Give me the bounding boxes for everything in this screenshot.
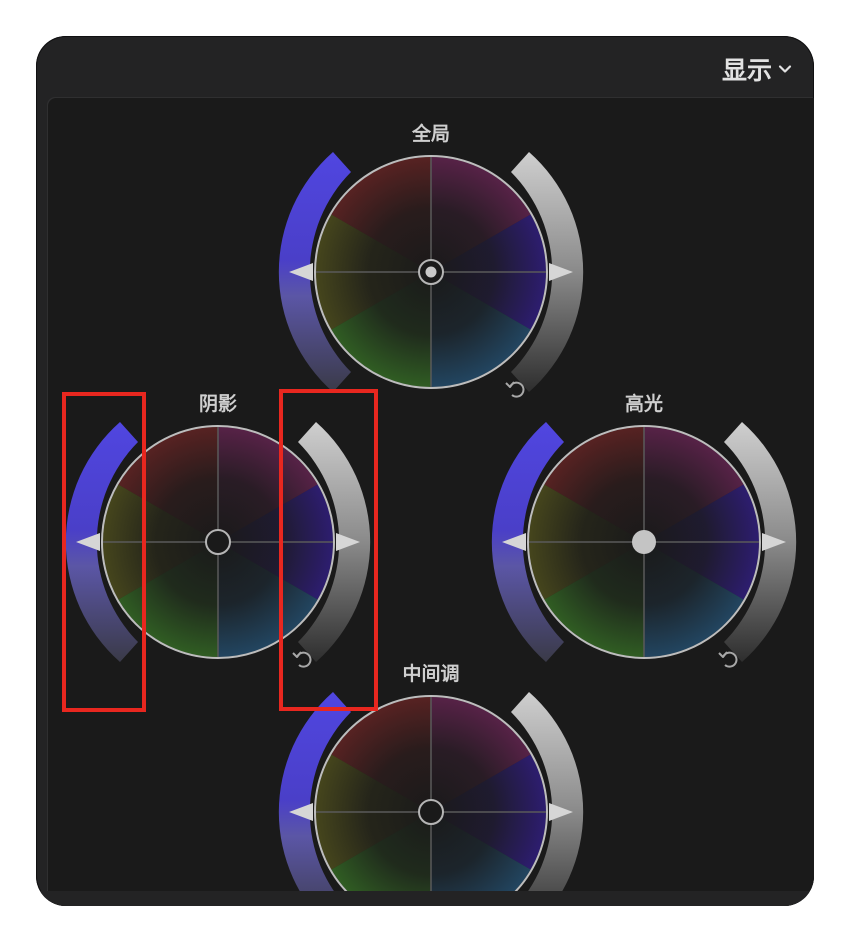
bottom-bar [36, 891, 814, 906]
undo-icon[interactable] [505, 381, 525, 398]
annotation-box-saturation [62, 392, 146, 712]
wheel-label-midtones: 中间调 [402, 664, 460, 685]
wheel-label-highlights: 高光 [624, 394, 663, 415]
color-puck[interactable] [205, 529, 231, 555]
color-wheels-canvas [65, 152, 797, 891]
inspector-header: 显示 [36, 36, 814, 98]
color-wheels-panel: 全局 阴影 高光 中间调 [48, 98, 814, 906]
color-board-window: 显示 全局 阴影 高光 中间调 [36, 36, 814, 906]
chevron-down-icon [778, 65, 792, 73]
color-puck[interactable] [632, 530, 656, 554]
undo-icon[interactable] [718, 651, 738, 668]
display-menu-button[interactable]: 显示 [721, 54, 792, 85]
color-puck[interactable] [418, 799, 444, 825]
wheel-label-global: 全局 [411, 124, 450, 145]
wheel-highlights [491, 422, 797, 668]
wheel-label-shadows: 阴影 [198, 394, 237, 415]
color-puck[interactable] [418, 259, 444, 285]
display-menu-label: 显示 [721, 57, 772, 85]
wheel-midtones [278, 692, 584, 891]
annotation-box-brightness [279, 389, 378, 711]
wheel-global [278, 152, 584, 398]
